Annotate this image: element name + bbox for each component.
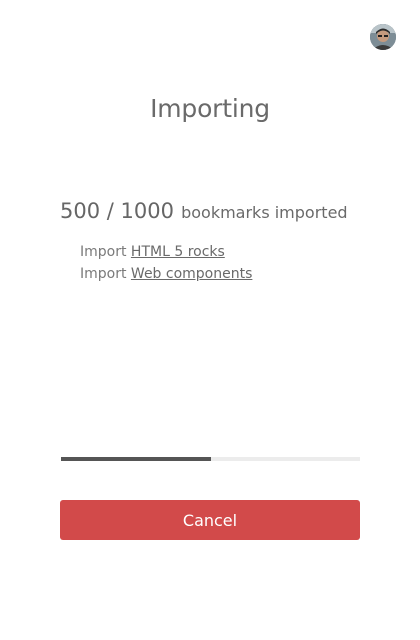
imported-count: 500 bbox=[60, 199, 101, 223]
list-item: Import Web components bbox=[80, 263, 252, 285]
import-link-html5-rocks[interactable]: HTML 5 rocks bbox=[131, 244, 225, 260]
avatar-image bbox=[370, 24, 396, 50]
progress-fill bbox=[61, 457, 211, 461]
total-count: 1000 bbox=[120, 199, 174, 223]
import-count: 500 / 1000 bookmarks imported bbox=[60, 199, 348, 223]
avatar[interactable] bbox=[370, 24, 396, 50]
import-list: Import HTML 5 rocks Import Web component… bbox=[80, 241, 252, 285]
progress-bar bbox=[61, 457, 360, 461]
list-item: Import HTML 5 rocks bbox=[80, 241, 252, 263]
import-link-web-components[interactable]: Web components bbox=[131, 266, 252, 282]
import-prefix: Import bbox=[80, 244, 127, 260]
count-suffix: bookmarks imported bbox=[181, 203, 348, 222]
import-prefix: Import bbox=[80, 266, 127, 282]
count-separator: / bbox=[100, 199, 121, 223]
cancel-button[interactable]: Cancel bbox=[60, 500, 360, 540]
page-title: Importing bbox=[150, 94, 270, 123]
